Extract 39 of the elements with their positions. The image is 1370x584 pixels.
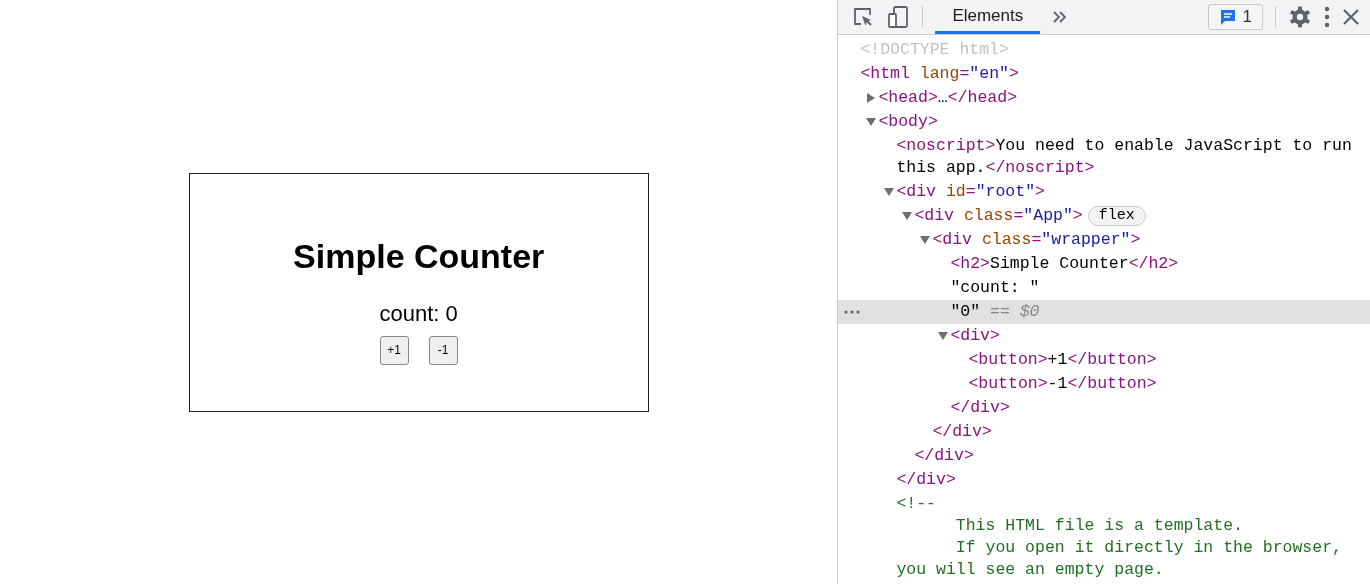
expanded-triangle-icon[interactable] <box>884 187 895 197</box>
expanded-triangle-icon[interactable] <box>920 235 931 245</box>
expanded-triangle-icon[interactable] <box>938 331 949 341</box>
collapsed-triangle-icon[interactable] <box>866 93 877 103</box>
code-line[interactable]: <div> <box>950 325 1000 347</box>
code-line[interactable]: "count: " <box>950 277 1040 299</box>
issues-count: 1 <box>1242 7 1252 27</box>
code-line[interactable]: <body> <box>878 111 938 133</box>
device-icon[interactable] <box>886 5 911 29</box>
close-icon[interactable] <box>1342 8 1360 26</box>
ellipsis-icon[interactable] <box>844 310 861 314</box>
code-line[interactable]: <button>-1</button> <box>968 373 1157 395</box>
counter-button[interactable]: +1 <box>379 335 409 365</box>
code-line[interactable]: <h2>Simple Counter</h2> <box>950 253 1179 275</box>
code-line[interactable]: <head>…</head> <box>878 87 1018 109</box>
code-line[interactable]: </div> <box>914 445 974 467</box>
issues-button[interactable]: 1 <box>1207 4 1263 30</box>
expanded-triangle-icon[interactable] <box>866 117 877 127</box>
code-line[interactable]: <div class="wrapper"> <box>932 229 1141 251</box>
code-line[interactable]: <button>+1</button> <box>968 349 1157 371</box>
code-line[interactable]: </div> <box>950 397 1010 419</box>
flex-badge[interactable]: flex <box>1087 206 1146 226</box>
settings-icon[interactable] <box>1288 5 1312 29</box>
count-label: count: 0 <box>379 299 458 328</box>
code-line[interactable]: <div class="App"> <box>914 205 1083 227</box>
code-line[interactable]: </div> <box>896 469 956 491</box>
more-tabs-icon[interactable] <box>1052 10 1069 24</box>
elements-tab[interactable]: Elements <box>935 0 1041 34</box>
code-line[interactable]: <html lang="en"> <box>860 63 1019 85</box>
code-line[interactable]: <div id="root"> <box>896 181 1045 203</box>
code-line[interactable]: <!-- This HTML file is a template. If you open it directly in the browser, you will see an empty page. <box>896 493 1342 581</box>
code-line[interactable]: <noscript>You need to enable JavaScript to run this app.</noscript> <box>896 135 1360 179</box>
code-line[interactable]: "0" == $0 <box>950 301 1040 323</box>
menu-icon[interactable] <box>1324 6 1330 28</box>
counter-button[interactable]: -1 <box>428 335 458 365</box>
heading: Simple Counter <box>293 235 545 276</box>
code-line[interactable]: </div> <box>932 421 992 443</box>
message-icon <box>1218 8 1237 26</box>
expanded-triangle-icon[interactable] <box>902 211 913 221</box>
